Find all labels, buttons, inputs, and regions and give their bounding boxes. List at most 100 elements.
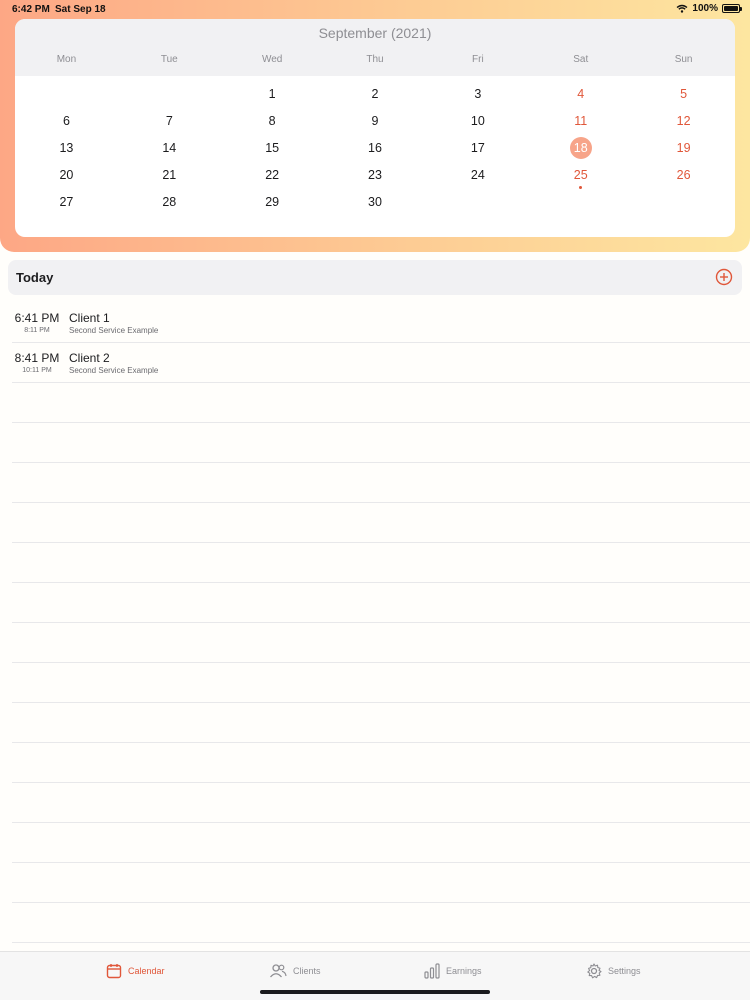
day-number: 15 (265, 141, 280, 155)
calendar-day[interactable]: 4 (529, 81, 632, 108)
calendar-day[interactable]: 3 (426, 81, 529, 108)
calendar-day[interactable]: 26 (632, 162, 735, 189)
day-number: 14 (162, 141, 177, 155)
battery-percent: 100% (692, 3, 718, 14)
day-number: 3 (474, 87, 482, 101)
day-number: 23 (368, 168, 382, 182)
calendar-day-empty (426, 189, 529, 216)
status-bar: 6:42 PM Sat Sep 18 100% (0, 0, 750, 18)
calendar-week-row: 27 28 29 30 (15, 189, 735, 216)
day-number: 19 (676, 141, 691, 155)
calendar-day[interactable]: 5 (632, 81, 735, 108)
empty-list-row (12, 583, 750, 623)
weekday-label: Tue (160, 54, 178, 65)
calendar-week-row: 6 7 8 9 10 11 12 (15, 108, 735, 135)
calendar-day[interactable]: 18 (529, 135, 632, 162)
calendar-day[interactable]: 28 (118, 189, 221, 216)
calendar-day-empty (15, 81, 118, 108)
empty-list-row (12, 863, 750, 903)
month-calendar: September (2021) Mon Tue Wed Thu Fri Sat… (15, 19, 735, 237)
day-number: 20 (59, 168, 74, 182)
empty-list-row (12, 703, 750, 743)
calendar-day[interactable]: 30 (324, 189, 427, 216)
day-number: 7 (165, 114, 173, 128)
empty-list-row (12, 823, 750, 863)
empty-list-row (12, 663, 750, 703)
calendar-day[interactable]: 1 (221, 81, 324, 108)
plus-circle-icon[interactable] (715, 268, 733, 286)
calendar-day[interactable]: 29 (221, 189, 324, 216)
calendar-day[interactable]: 25 (529, 162, 632, 189)
calendar-day[interactable]: 2 (324, 81, 427, 108)
calendar-day[interactable]: 20 (15, 162, 118, 189)
tab-label: Settings (608, 966, 641, 976)
calendar-week-row: 1 2 3 4 5 (15, 81, 735, 108)
tab-label: Calendar (128, 966, 165, 976)
day-number: 18 (569, 137, 592, 159)
calendar-day[interactable]: 27 (15, 189, 118, 216)
calendar-day[interactable]: 12 (632, 108, 735, 135)
month-title[interactable]: September (2021) (15, 25, 735, 41)
calendar-header: September (2021) Mon Tue Wed Thu Fri Sat… (15, 19, 735, 76)
start-time: 8:41 PM (14, 351, 60, 365)
day-number: 4 (577, 87, 585, 101)
service-name: Second Service Example (69, 326, 159, 335)
client-name: Client 2 (69, 351, 110, 365)
tab-clients[interactable]: Clients (269, 963, 321, 979)
tab-calendar[interactable]: Calendar (106, 963, 165, 979)
tab-label: Earnings (446, 966, 482, 976)
empty-list-row (12, 463, 750, 503)
client-name: Client 1 (69, 311, 110, 325)
day-number: 2 (371, 87, 379, 101)
day-number: 22 (265, 168, 280, 182)
empty-list-row (12, 383, 750, 423)
tab-label: Clients (293, 966, 321, 976)
calendar-day[interactable]: 22 (221, 162, 324, 189)
appointment-list: 6:41 PM 8:11 PM Client 1 Second Service Exa… (12, 303, 750, 943)
appointment-row[interactable]: 6:41 PM 8:11 PM Client 1 Second Service Exa… (12, 303, 750, 343)
home-indicator (260, 990, 490, 994)
day-number: 13 (59, 141, 74, 155)
empty-list-row (12, 903, 750, 943)
calendar-day[interactable]: 24 (426, 162, 529, 189)
empty-list-row (12, 743, 750, 783)
weekday-row: Mon Tue Wed Thu Fri Sat Sun (15, 54, 735, 65)
end-time: 8:11 PM (24, 327, 50, 334)
appointment-row[interactable]: 8:41 PM 10:11 PM Client 2 Second Service Ex… (12, 343, 750, 383)
calendar-day[interactable]: 15 (221, 135, 324, 162)
day-number: 12 (676, 114, 691, 128)
calendar-icon (106, 964, 122, 979)
calendar-day[interactable]: 13 (15, 135, 118, 162)
calendar-day[interactable]: 11 (529, 108, 632, 135)
battery-icon (722, 4, 742, 13)
calendar-day[interactable]: 6 (15, 108, 118, 135)
day-number: 11 (574, 114, 588, 128)
day-number: 10 (470, 114, 485, 128)
day-number: 9 (371, 114, 379, 128)
people-icon (270, 964, 287, 978)
day-number: 21 (162, 168, 177, 182)
day-number: 8 (268, 114, 276, 128)
calendar-week-row: 20 21 22 23 24 25 26 (15, 162, 735, 189)
calendar-day[interactable]: 19 (632, 135, 735, 162)
calendar-day[interactable]: 7 (118, 108, 221, 135)
calendar-day-empty (632, 189, 735, 216)
bar-chart-icon (424, 963, 440, 979)
weekday-label: Thu (366, 54, 384, 65)
day-number: 6 (62, 114, 70, 128)
tab-settings[interactable]: Settings (586, 963, 641, 979)
calendar-day[interactable]: 21 (118, 162, 221, 189)
calendar-day[interactable]: 23 (324, 162, 427, 189)
calendar-day[interactable]: 16 (324, 135, 427, 162)
empty-list-row (12, 623, 750, 663)
tab-earnings[interactable]: Earnings (424, 963, 482, 979)
calendar-day[interactable]: 14 (118, 135, 221, 162)
calendar-day[interactable]: 9 (324, 108, 427, 135)
weekday-label: Sun (674, 54, 693, 65)
day-number: 29 (265, 195, 280, 209)
calendar-grid: 1 2 3 4 5 6 7 8 9 10 11 12 13 14 15 16 17 18 19 20 21 22 23 24 2… (15, 81, 735, 216)
status-date: Sat Sep 18 (55, 4, 106, 15)
calendar-day[interactable]: 8 (221, 108, 324, 135)
calendar-day[interactable]: 17 (426, 135, 529, 162)
calendar-day[interactable]: 10 (426, 108, 529, 135)
